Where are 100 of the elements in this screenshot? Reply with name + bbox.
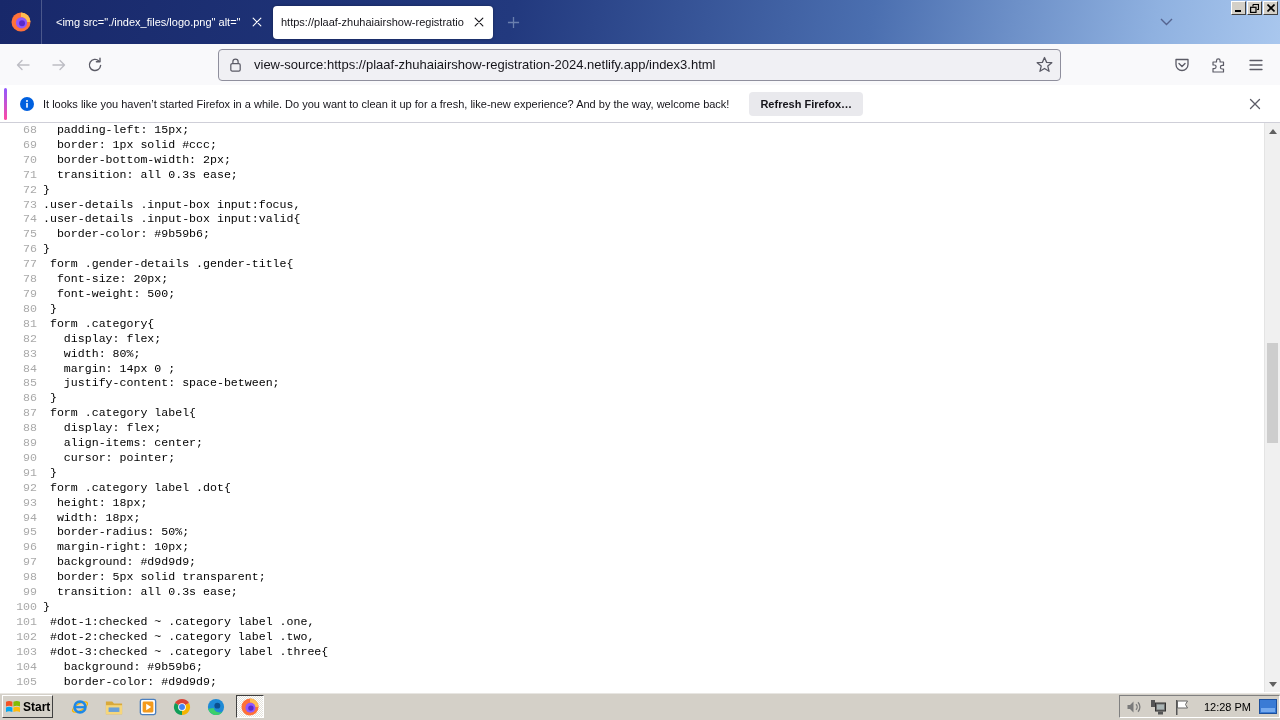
line-number: 76 xyxy=(22,242,37,258)
close-button[interactable] xyxy=(1263,1,1278,15)
code-line: margin-right: 10px; xyxy=(55,540,190,556)
line-number: 105 xyxy=(15,674,37,690)
line-number: 96 xyxy=(22,540,37,556)
line-number: 101 xyxy=(15,614,37,630)
code-line: width: 80%; xyxy=(62,346,141,362)
code-line: width: 18px; xyxy=(55,510,141,526)
line-number: 88 xyxy=(22,421,37,437)
address-field[interactable]: view-source:https://plaaf-zhuhaiairshow-registration-2024.netlify.app/index3.html xyxy=(218,48,1061,81)
taskbar-app-button[interactable] xyxy=(236,695,264,718)
plus-icon[interactable] xyxy=(506,15,520,29)
browser-tab[interactable]: <img src="./index_files/logo.png" alt=" xyxy=(43,5,271,39)
code-line: transition: all 0.3s ease; xyxy=(55,167,238,183)
line-number: 81 xyxy=(22,316,37,332)
line-number: 98 xyxy=(22,570,37,586)
line-number: 77 xyxy=(22,257,37,273)
line-number: 84 xyxy=(22,361,37,377)
pocket-icon[interactable] xyxy=(1174,56,1190,73)
scrollbar[interactable] xyxy=(1264,123,1280,692)
wave-logo-icon xyxy=(207,697,225,716)
line-number: 82 xyxy=(22,331,37,347)
line-number: 79 xyxy=(22,286,37,302)
code-line: background: #9b59b6; xyxy=(62,659,204,675)
line-number: 83 xyxy=(22,346,37,362)
line-number: 103 xyxy=(15,644,37,660)
code-line: justify-content: space-between; xyxy=(62,376,280,392)
code-line: form .category label{ xyxy=(48,406,197,422)
code-line: form .category label .dot{ xyxy=(48,480,231,496)
line-number: 92 xyxy=(22,480,37,496)
code-line: font-size: 20px; xyxy=(55,272,169,287)
start-button[interactable]: Start xyxy=(2,695,53,718)
show-desktop-icon[interactable] xyxy=(1259,699,1277,714)
code-line: } xyxy=(43,600,50,615)
line-number: 73 xyxy=(22,197,37,213)
code-line: form .gender-details .gender-title{ xyxy=(48,257,294,273)
code-line: #dot-1:checked ~ .category label .one, xyxy=(48,614,315,630)
code-line: form .category{ xyxy=(48,316,155,332)
line-number: 89 xyxy=(22,436,37,451)
lock-icon xyxy=(228,57,243,72)
flag-icon[interactable] xyxy=(1173,698,1190,715)
windows-flag-icon xyxy=(5,698,21,715)
code-line: display: flex; xyxy=(62,421,162,437)
play-icon xyxy=(139,697,157,716)
restore-icon xyxy=(1250,3,1259,13)
browser-e-icon xyxy=(71,697,89,716)
line-number: 99 xyxy=(22,585,37,600)
refresh-button[interactable]: Refresh Firefox… xyxy=(749,91,864,116)
line-number: 97 xyxy=(22,555,37,571)
code-line: } xyxy=(48,301,57,317)
network-icon[interactable] xyxy=(1149,698,1166,715)
accent-bar xyxy=(4,87,7,120)
minimize-button[interactable] xyxy=(1231,1,1246,15)
code-line: #dot-3:checked ~ .category label .three{ xyxy=(48,644,329,660)
code-line: #dot-2:checked ~ .category label .two, xyxy=(48,629,315,645)
close-icon[interactable] xyxy=(1248,96,1262,111)
info-icon xyxy=(20,96,34,111)
line-number: 78 xyxy=(22,272,37,287)
line-number: 87 xyxy=(22,406,37,422)
fox-logo-icon[interactable] xyxy=(10,12,31,32)
code-line: .user-details .input-box input:valid{ xyxy=(43,212,301,228)
scroll-down-icon[interactable] xyxy=(1268,681,1277,687)
code-line: padding-left: 15px; xyxy=(55,123,190,138)
reload-icon xyxy=(87,56,103,73)
line-number: 104 xyxy=(15,659,37,675)
scroll-up-icon[interactable] xyxy=(1268,128,1277,134)
code-line: border-bottom-width: 2px; xyxy=(55,152,231,168)
code-line: border: 5px solid transparent; xyxy=(55,570,266,586)
code-line: background: #d9d9d9; xyxy=(55,555,197,571)
restore-button[interactable] xyxy=(1247,1,1262,15)
line-number: 94 xyxy=(22,510,37,526)
line-number: 91 xyxy=(22,465,37,481)
fox-logo-icon xyxy=(241,697,259,716)
close-tab-icon[interactable] xyxy=(473,16,485,28)
close-icon xyxy=(1266,4,1275,12)
code-line: border-radius: 50%; xyxy=(55,525,190,541)
line-number: 71 xyxy=(22,167,37,183)
code-line: border-color: #9b59b6; xyxy=(55,227,210,243)
line-number: 90 xyxy=(22,450,37,466)
line-number: 102 xyxy=(15,629,37,645)
browser-tab[interactable]: https://plaaf-zhuhaiairshow-registratio xyxy=(273,5,493,39)
line-number: 74 xyxy=(22,212,37,228)
star-icon[interactable] xyxy=(1036,56,1053,73)
code-line: border: 1px solid #ccc; xyxy=(55,137,217,153)
code-line: } xyxy=(48,391,57,407)
code-line: } xyxy=(43,182,50,198)
chevron-down-icon[interactable] xyxy=(1160,18,1173,26)
line-number: 75 xyxy=(22,227,37,243)
line-number: 80 xyxy=(22,301,37,317)
line-number: 72 xyxy=(22,182,37,198)
code-line: font-weight: 500; xyxy=(55,286,176,302)
code-line: .user-details .input-box input:focus, xyxy=(43,197,301,213)
code-line: display: flex; xyxy=(62,331,162,347)
clock: 12:28 PM xyxy=(1203,700,1251,713)
code-line: align-items: center; xyxy=(62,436,204,451)
code-line: } xyxy=(43,242,50,258)
scrollbar-thumb[interactable] xyxy=(1267,343,1278,443)
code-line: cursor: pointer; xyxy=(62,450,176,466)
code-line: height: 18px; xyxy=(55,495,148,511)
puzzle-icon[interactable] xyxy=(1211,56,1227,73)
